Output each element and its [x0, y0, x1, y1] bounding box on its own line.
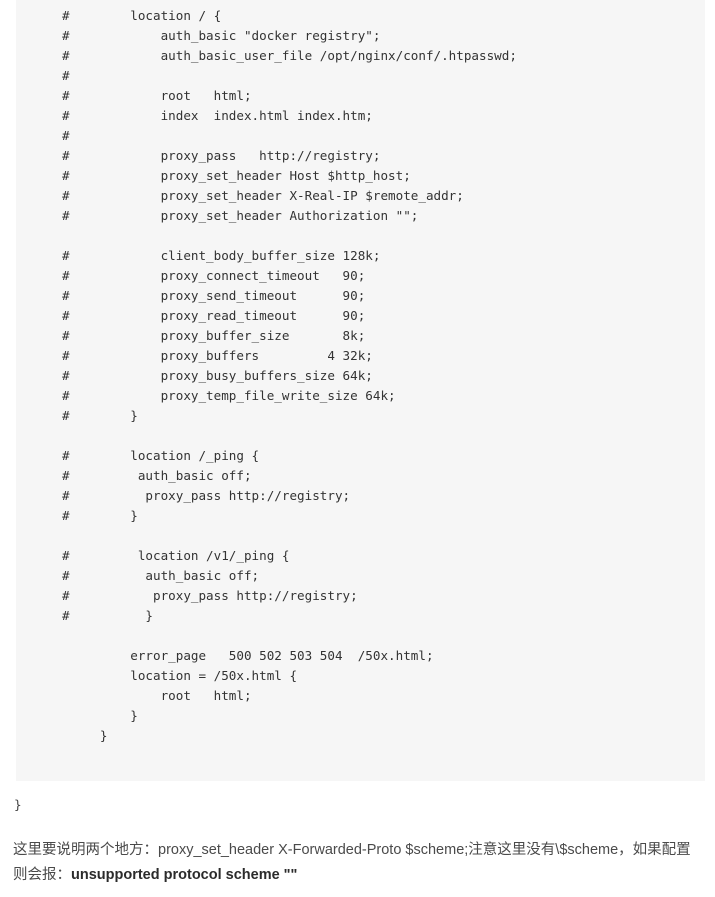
code-line: # proxy_temp_file_write_size 64k; [62, 388, 396, 403]
code-line: # } [62, 608, 153, 623]
code-line: # } [62, 508, 138, 523]
code-line: # proxy_connect_timeout 90; [62, 268, 366, 283]
code-line: # location /v1/_ping { [62, 548, 290, 563]
prose-prefix: 这里要说明两个地方： [13, 842, 158, 858]
closing-brace-text: } [14, 797, 22, 812]
code-line: # proxy_set_header Host $http_host; [62, 168, 411, 183]
code-line: } [62, 708, 138, 723]
code-line: # proxy_send_timeout 90; [62, 288, 366, 303]
code-line: # proxy_pass http://registry; [62, 488, 351, 503]
explanation-paragraph: 这里要说明两个地方：proxy_set_header X-Forwarded-P… [13, 838, 703, 888]
code-line: # proxy_buffer_size 8k; [62, 328, 366, 343]
code-block-content: # location / { # auth_basic "docker regis… [16, 0, 705, 746]
code-line: # proxy_set_header Authorization ""; [62, 208, 419, 223]
code-line: # auth_basic off; [62, 568, 260, 583]
code-line: } [62, 728, 108, 743]
code-line: # proxy_read_timeout 90; [62, 308, 366, 323]
code-line: # client_body_buffer_size 128k; [62, 248, 381, 263]
code-line: # location /_ping { [62, 448, 260, 463]
code-line: root html; [62, 688, 252, 703]
code-line: # index index.html index.htm; [62, 108, 373, 123]
code-line: # proxy_pass http://registry; [62, 588, 358, 603]
code-block: # location / { # auth_basic "docker regis… [16, 0, 705, 781]
code-line: # [62, 128, 70, 143]
code-line: # auth_basic "docker registry"; [62, 28, 381, 43]
code-line: # } [62, 408, 138, 423]
code-line: # proxy_pass http://registry; [62, 148, 381, 163]
code-line: location = /50x.html { [62, 668, 298, 683]
code-line: # proxy_busy_buffers_size 64k; [62, 368, 373, 383]
code-line: # auth_basic off; [62, 468, 252, 483]
code-line: # root html; [62, 88, 252, 103]
prose-error-message: unsupported protocol scheme "" [71, 867, 298, 883]
code-line: # auth_basic_user_file /opt/nginx/conf/.… [62, 48, 517, 63]
code-line: # proxy_set_header X-Real-IP $remote_add… [62, 188, 464, 203]
code-line: # [62, 68, 70, 83]
code-line: error_page 500 502 503 504 /50x.html; [62, 648, 434, 663]
code-line: # location / { [62, 8, 222, 23]
prose-directive-code: proxy_set_header X-Forwarded-Proto $sche… [158, 842, 469, 858]
code-line: # proxy_buffers 4 32k; [62, 348, 373, 363]
